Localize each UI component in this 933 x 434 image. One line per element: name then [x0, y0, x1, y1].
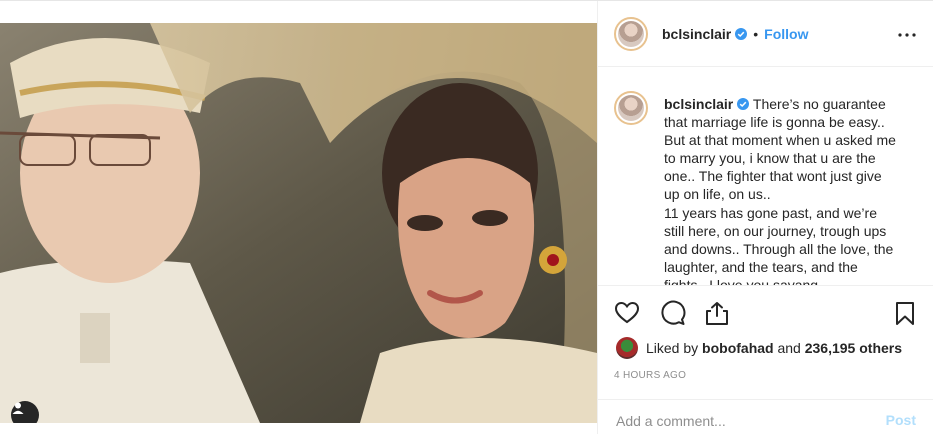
- caption-line: that marriage life is gonna be easy..: [664, 114, 885, 131]
- caption-line-text: There’s no guarantee: [752, 96, 886, 112]
- caption-line: up on life, on us..: [664, 186, 771, 203]
- comment-input[interactable]: [616, 411, 856, 431]
- user-tag-icon: [12, 402, 24, 414]
- photo-bottom-margin: [0, 423, 597, 434]
- post-comment-button[interactable]: Post: [886, 412, 916, 428]
- liker-username[interactable]: bobofahad: [702, 340, 774, 356]
- photo-top-margin: [0, 1, 597, 23]
- comment-icon[interactable]: [660, 300, 686, 326]
- caption-username[interactable]: bclsinclair: [664, 96, 733, 112]
- author-avatar[interactable]: [614, 16, 648, 51]
- caption-line: bclsinclair There’s no guarantee: [664, 95, 922, 113]
- caption-line: But at that moment when u asked me: [664, 132, 896, 149]
- liked-by-label: Liked by: [646, 340, 699, 356]
- follow-button[interactable]: Follow: [764, 26, 808, 42]
- bookmark-icon[interactable]: [892, 300, 918, 326]
- caption-text: bclsinclair There’s no guarantee that ma…: [664, 95, 922, 285]
- caption-line: one.. The fighter that wont just give: [664, 168, 882, 185]
- post-photo[interactable]: [0, 23, 597, 423]
- header-separator: •: [753, 25, 759, 42]
- more-dots: [898, 33, 916, 37]
- post-header: bclsinclair • Follow: [598, 1, 933, 67]
- caption-author-avatar[interactable]: [614, 91, 648, 125]
- wedding-photo-illustration: [0, 23, 597, 423]
- caption-section: bclsinclair There’s no guarantee that ma…: [598, 67, 933, 285]
- likes-summary: Liked by bobofahad and 236,195 others: [616, 337, 902, 359]
- caption-line: to marry you, i know that u are the: [664, 150, 876, 167]
- avatar-image: [618, 95, 644, 121]
- caption-line: laughter, and the tears, and the: [664, 258, 858, 275]
- share-icon[interactable]: [704, 300, 730, 326]
- user-tag-button[interactable]: [11, 401, 39, 423]
- caption-line: 11 years has gone past, and we’re: [664, 204, 877, 221]
- instagram-post: bclsinclair • Follow bclsinclair There’s…: [0, 0, 933, 434]
- avatar-image: [618, 20, 644, 47]
- heart-icon[interactable]: [614, 300, 640, 326]
- comment-bar: Post: [598, 399, 933, 434]
- liker-avatar[interactable]: [616, 337, 638, 359]
- more-horizontal-icon[interactable]: [898, 25, 916, 43]
- action-bar: [598, 285, 933, 337]
- caption-line: fights.. I love you sayang: [664, 276, 819, 285]
- verified-badge-icon: [737, 98, 750, 110]
- likes-count[interactable]: 236,195 others: [805, 340, 902, 356]
- post-timestamp[interactable]: 4 HOURS AGO: [614, 370, 686, 381]
- author-username[interactable]: bclsinclair: [662, 26, 731, 42]
- caption-line: and downs.. Through all the love, the: [664, 240, 894, 257]
- likes-conjunction: and: [777, 340, 801, 356]
- caption-line: still here, on our journey, trough ups: [664, 222, 887, 239]
- post-side-panel: bclsinclair • Follow bclsinclair There’s…: [597, 1, 933, 434]
- verified-badge-icon: [735, 27, 748, 40]
